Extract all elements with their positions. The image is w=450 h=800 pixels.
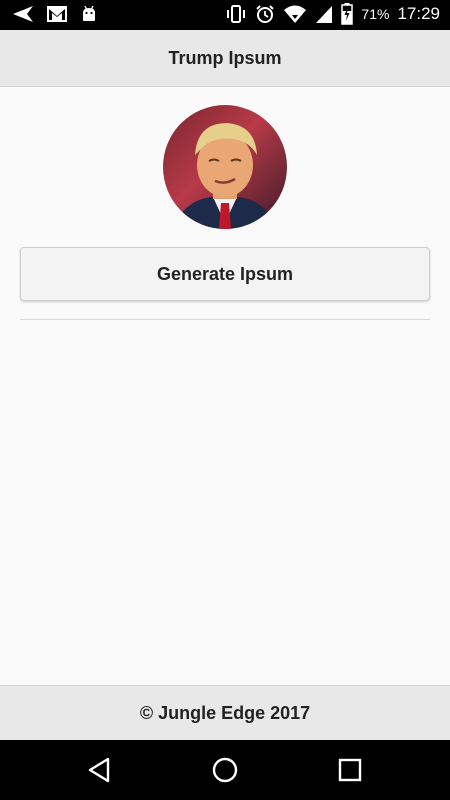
back-icon[interactable] (86, 756, 112, 784)
app-header: Trump Ipsum (0, 30, 450, 87)
copyright-text: © Jungle Edge 2017 (139, 703, 311, 723)
avatar (163, 105, 287, 229)
generate-ipsum-button[interactable]: Generate Ipsum (20, 247, 430, 301)
home-icon[interactable] (211, 756, 239, 784)
android-icon (83, 5, 95, 21)
page-title: Trump Ipsum (168, 47, 282, 68)
signal-icon (316, 6, 333, 23)
send-icon (13, 6, 33, 22)
divider (20, 319, 430, 320)
navigation-bar (0, 740, 450, 800)
battery-percent: 71% (361, 6, 390, 22)
main-content: Generate Ipsum (0, 87, 450, 685)
gmail-icon (47, 6, 67, 22)
status-bar: 71% 17:29 (0, 0, 450, 30)
vibrate-icon (227, 5, 246, 23)
alarm-icon (256, 5, 275, 23)
battery-icon (341, 3, 354, 25)
clock: 17:29 (397, 4, 440, 23)
recents-icon[interactable] (337, 756, 363, 784)
wifi-icon (284, 5, 307, 23)
avatar-photo (173, 123, 277, 229)
footer: © Jungle Edge 2017 (0, 685, 450, 741)
